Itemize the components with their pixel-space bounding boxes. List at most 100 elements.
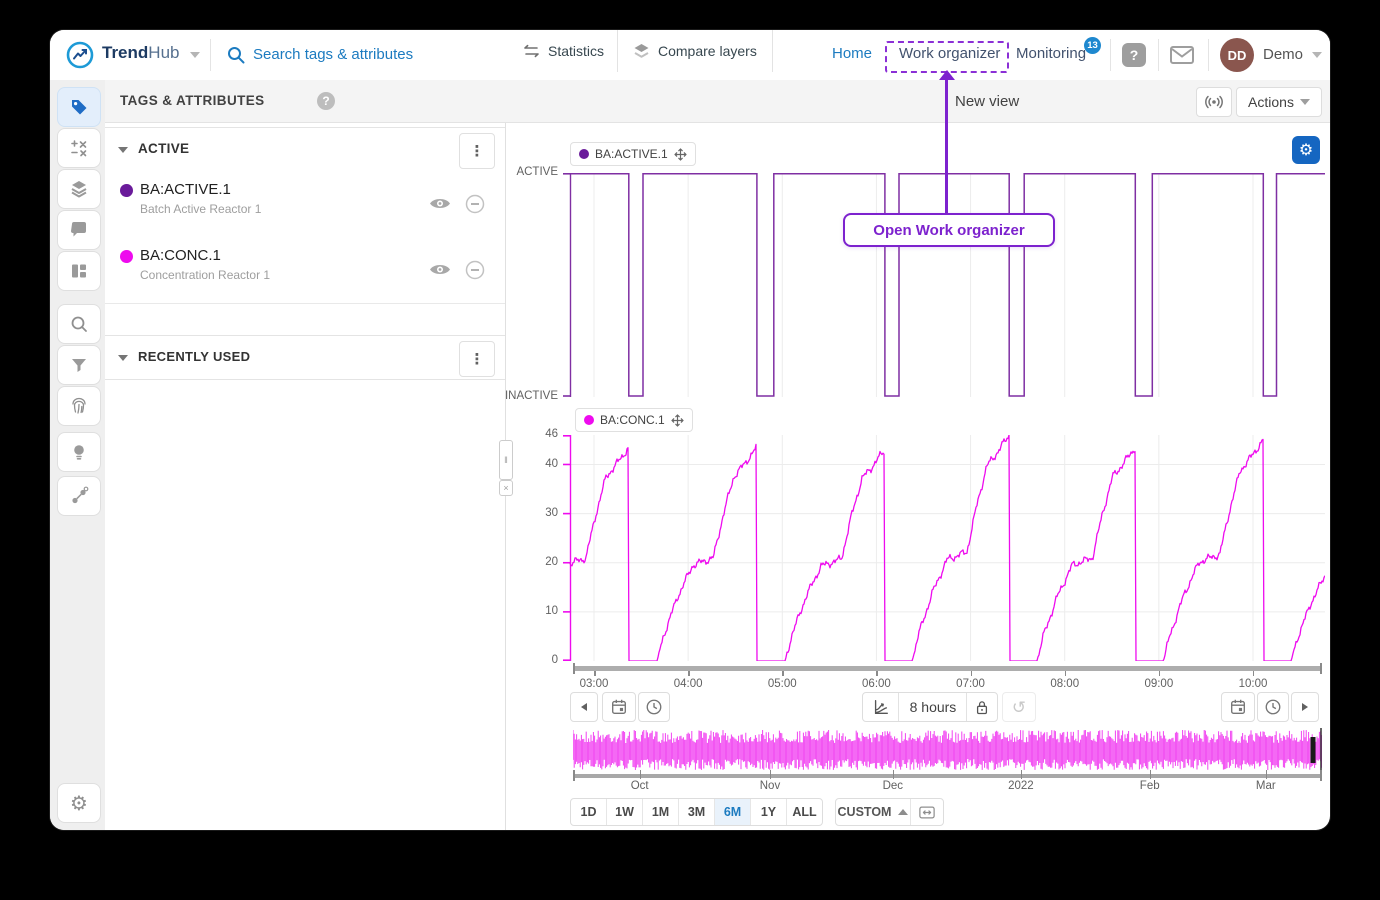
- collapse-chevron-icon[interactable]: [118, 355, 128, 361]
- range-all[interactable]: ALL: [787, 799, 822, 825]
- annotation-tooltip[interactable]: Open Work organizer: [843, 213, 1055, 247]
- y-axis-label-inactive: INACTIVE: [490, 390, 558, 402]
- avatar[interactable]: DD: [1220, 38, 1254, 72]
- series-name: BA:CONC.1: [600, 413, 665, 427]
- rail-comments-button[interactable]: [57, 210, 101, 250]
- app-window: TrendHub Search tags & attributes Home W…: [50, 30, 1330, 830]
- analog-trend-chart[interactable]: [560, 435, 1325, 661]
- tab-statistics[interactable]: Statistics: [505, 30, 618, 72]
- hour-tick: [876, 671, 878, 676]
- divider: [1208, 39, 1209, 71]
- duration-control: 8 hours: [862, 692, 998, 722]
- rail-calculations-button[interactable]: [57, 128, 101, 168]
- expand-range-button[interactable]: [911, 799, 943, 825]
- actions-label: Actions: [1248, 94, 1294, 110]
- panel-resize-handle[interactable]: ‖: [499, 440, 513, 480]
- calculations-icon: [69, 138, 89, 158]
- panel-collapse-button[interactable]: ×: [499, 480, 513, 496]
- tag-name: BA:CONC.1: [140, 247, 221, 264]
- rail-fingerprint-button[interactable]: [57, 386, 101, 426]
- divider: [1158, 39, 1159, 71]
- tags-panel: TAGS & ATTRIBUTES ? ACTIVE ⋮ BA:ACTIVE.1…: [105, 80, 506, 830]
- range-6m[interactable]: 6M: [715, 799, 751, 825]
- tag-row-ba-conc[interactable]: BA:CONC.1 Concentration Reactor 1: [105, 237, 505, 304]
- hour-tick: [971, 671, 973, 676]
- legend-chip-ba-active[interactable]: BA:ACTIVE.1: [570, 142, 696, 166]
- history-button[interactable]: ↺: [1002, 692, 1036, 722]
- chart-settings-button[interactable]: ⚙: [1292, 136, 1320, 164]
- series-color-dot: [584, 415, 594, 425]
- rail-layers-button[interactable]: [57, 169, 101, 209]
- month-label: Dec: [865, 780, 921, 792]
- rail-settings-button[interactable]: ⚙: [57, 783, 101, 823]
- remove-tag-icon[interactable]: [465, 194, 485, 214]
- x-tick: 03:00: [572, 678, 616, 690]
- range-1w[interactable]: 1W: [607, 799, 643, 825]
- active-section-header[interactable]: ACTIVE ⋮: [105, 127, 505, 172]
- rail-context-graph-button[interactable]: [57, 476, 101, 516]
- view-title: New view: [955, 93, 1019, 110]
- range-3m[interactable]: 3M: [679, 799, 715, 825]
- tag-color-dot: [120, 184, 133, 197]
- start-date-button[interactable]: [602, 692, 636, 722]
- digital-trend-chart[interactable]: [560, 173, 1325, 397]
- hour-tick: [1065, 671, 1067, 676]
- actions-button[interactable]: Actions: [1236, 87, 1322, 117]
- recently-used-section-header[interactable]: RECENTLY USED ⋮: [105, 335, 505, 380]
- range-1y[interactable]: 1Y: [751, 799, 787, 825]
- pan-right-button[interactable]: [1291, 692, 1319, 722]
- tab-compare-layers[interactable]: Compare layers: [617, 30, 773, 72]
- brand-chevron-icon[interactable]: [190, 52, 200, 58]
- move-handle-icon[interactable]: [671, 414, 684, 427]
- pan-left-button[interactable]: [570, 692, 598, 722]
- broadcast-icon: [1205, 95, 1223, 109]
- compare-trends-button[interactable]: [863, 693, 899, 721]
- lock-duration-button[interactable]: [966, 693, 997, 721]
- fingerprint-icon: [69, 396, 89, 416]
- nav-monitoring[interactable]: Monitoring: [1016, 45, 1086, 62]
- recently-used-menu-button[interactable]: ⋮: [459, 341, 495, 377]
- legend-chip-ba-conc[interactable]: BA:CONC.1: [575, 408, 693, 432]
- help-circle-icon[interactable]: ?: [317, 92, 335, 110]
- active-section-menu-button[interactable]: ⋮: [459, 133, 495, 169]
- start-time-button[interactable]: [638, 692, 670, 722]
- x-tick: 10:00: [1231, 678, 1275, 690]
- time-axis-bar[interactable]: [573, 666, 1322, 671]
- end-time-button[interactable]: [1257, 692, 1289, 722]
- user-menu-name[interactable]: Demo: [1263, 46, 1303, 63]
- trendhub-logo-icon: [66, 41, 94, 69]
- live-broadcast-button[interactable]: [1196, 87, 1232, 117]
- rail-suggestions-button[interactable]: [57, 432, 101, 472]
- help-icon[interactable]: ?: [1122, 43, 1146, 67]
- search-icon: [226, 45, 246, 65]
- search-input[interactable]: Search tags & attributes: [253, 46, 413, 63]
- month-label: 2022: [993, 780, 1049, 792]
- visibility-eye-icon[interactable]: [429, 262, 451, 277]
- rail-search-button[interactable]: [57, 304, 101, 344]
- tab-label: Statistics: [548, 43, 604, 59]
- overview-context-strip[interactable]: [573, 728, 1322, 772]
- move-handle-icon[interactable]: [674, 148, 687, 161]
- range-1m[interactable]: 1M: [643, 799, 679, 825]
- custom-range-button[interactable]: CUSTOM: [836, 799, 911, 825]
- user-menu-chevron-icon[interactable]: [1312, 52, 1322, 58]
- range-1d[interactable]: 1D: [571, 799, 607, 825]
- remove-tag-icon[interactable]: [465, 260, 485, 280]
- dashboard-icon: [69, 261, 89, 281]
- duration-value[interactable]: 8 hours: [899, 693, 966, 721]
- mail-icon[interactable]: [1170, 46, 1194, 64]
- y-tick: 20: [518, 556, 558, 568]
- overview-timeline-bar[interactable]: [573, 774, 1322, 778]
- visibility-eye-icon[interactable]: [429, 196, 451, 211]
- tab-label: Compare layers: [658, 43, 757, 59]
- rail-dashboard-button[interactable]: [57, 251, 101, 291]
- axis-end-tick: [1320, 663, 1322, 674]
- rail-tags-button[interactable]: [57, 87, 101, 127]
- x-tick: 04:00: [666, 678, 710, 690]
- collapse-chevron-icon[interactable]: [118, 147, 128, 153]
- end-date-button[interactable]: [1221, 692, 1255, 722]
- tag-row-ba-active[interactable]: BA:ACTIVE.1 Batch Active Reactor 1: [105, 171, 505, 238]
- brand-name[interactable]: TrendHub: [102, 43, 179, 63]
- nav-home[interactable]: Home: [832, 45, 872, 62]
- rail-filter-button[interactable]: [57, 345, 101, 385]
